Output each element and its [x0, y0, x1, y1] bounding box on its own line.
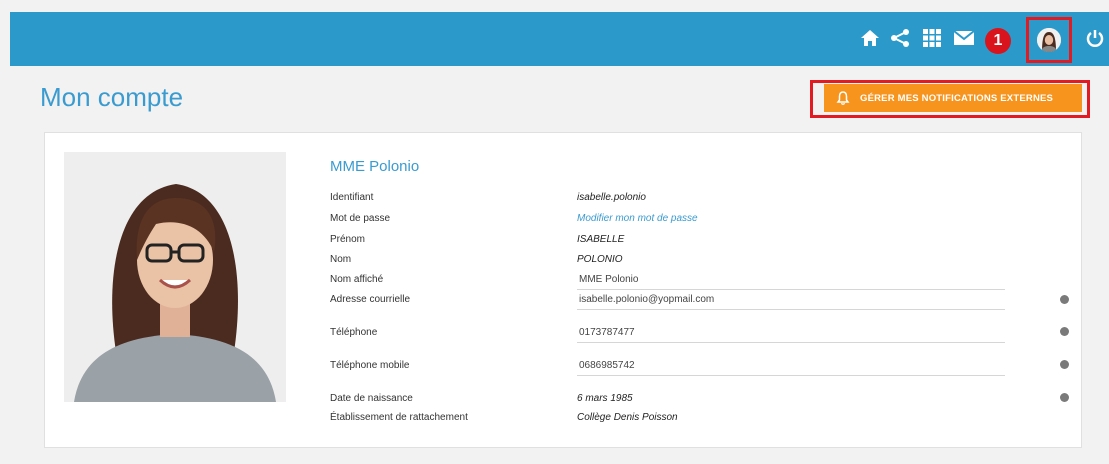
change-password-link[interactable]: Modifier mon mot de passe [577, 213, 698, 224]
email-input[interactable] [577, 290, 1005, 310]
mail-icon[interactable] [952, 26, 976, 50]
home-icon[interactable] [858, 26, 882, 50]
phone-input[interactable] [577, 323, 1005, 343]
email-visibility-toggle[interactable] [1060, 295, 1069, 304]
apps-grid-icon[interactable] [920, 26, 944, 50]
birthdate-visibility-toggle[interactable] [1060, 393, 1069, 402]
label-telephone: Téléphone [330, 327, 378, 338]
value-nom: POLONIO [577, 254, 623, 265]
value-date-de-naissance: 6 mars 1985 [577, 393, 633, 404]
label-date-de-naissance: Date de naissance [330, 393, 413, 404]
manage-external-notifications-button[interactable]: GÉRER MES NOTIFICATIONS EXTERNES [824, 84, 1082, 112]
bell-icon [836, 91, 850, 105]
mobile-phone-input[interactable] [577, 356, 1005, 376]
phone-visibility-toggle[interactable] [1060, 327, 1069, 336]
profile-photo [64, 152, 286, 402]
avatar [1037, 28, 1061, 52]
annotation-badge-1: 1 [985, 28, 1011, 54]
label-identifiant: Identifiant [330, 192, 374, 203]
value-prenom: ISABELLE [577, 234, 625, 245]
profile-display-name: MME Polonio [330, 158, 420, 175]
top-navigation-bar [10, 12, 1109, 66]
power-icon[interactable] [1083, 26, 1107, 50]
label-prenom: Prénom [330, 234, 366, 245]
display-name-input[interactable] [577, 270, 1005, 290]
label-etablissement: Établissement de rattachement [330, 412, 468, 423]
value-identifiant: isabelle.polonio [577, 192, 646, 203]
label-nom: Nom [330, 254, 352, 265]
user-avatar-button[interactable] [1026, 17, 1072, 63]
label-telephone-mobile: Téléphone mobile [330, 360, 410, 371]
label-adresse-courrielle: Adresse courrielle [330, 294, 411, 305]
label-nom-affiche: Nom affiché [330, 274, 384, 285]
page-title: Mon compte [40, 82, 184, 112]
label-mot-de-passe: Mot de passe [330, 213, 391, 224]
mobile-phone-visibility-toggle[interactable] [1060, 360, 1069, 369]
share-icon[interactable] [888, 26, 912, 50]
value-etablissement: Collège Denis Poisson [577, 412, 678, 423]
notifications-button-label: GÉRER MES NOTIFICATIONS EXTERNES [860, 92, 1054, 104]
